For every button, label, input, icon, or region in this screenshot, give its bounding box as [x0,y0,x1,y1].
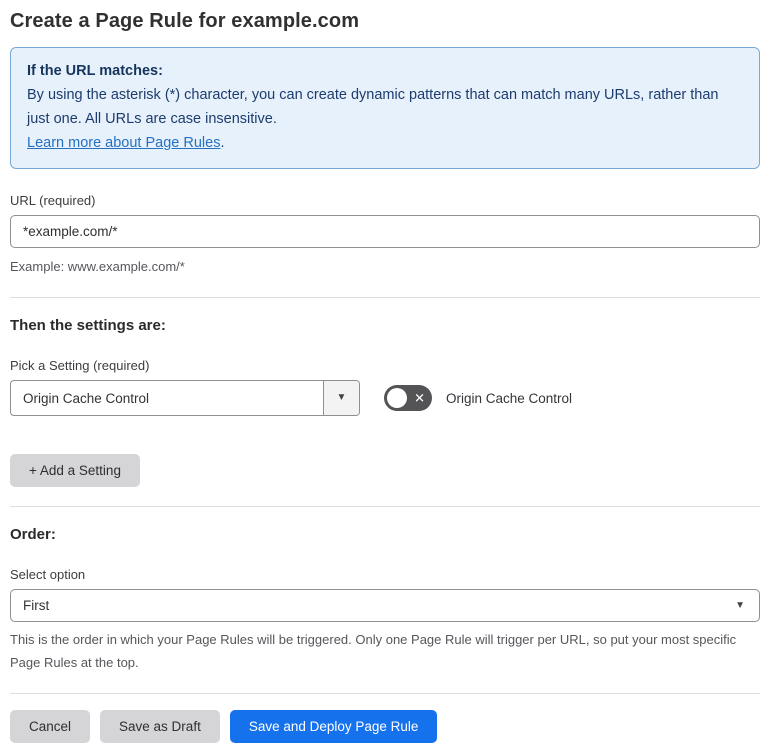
settings-section-heading: Then the settings are: [10,317,166,334]
url-match-info-box: If the URL matches: By using the asteris… [10,47,760,169]
divider [10,693,760,694]
url-input[interactable] [10,215,760,248]
chevron-down-icon: ▼ [735,599,745,611]
chevron-down-icon: ▼ [336,392,347,403]
toggle-label: Origin Cache Control [446,390,573,406]
order-section-heading: Order: [10,526,56,543]
toggle-knob [387,388,407,408]
order-select-value: First [23,598,50,613]
order-helper-text: This is the order in which your Page Rul… [10,632,737,670]
divider [10,506,760,507]
create-page-rule-form: Create a Page Rule for example.com If th… [0,0,770,755]
setting-select-value: Origin Cache Control [23,390,150,406]
order-select-label: Select option [10,567,86,582]
save-and-deploy-button[interactable]: Save and Deploy Page Rule [229,710,438,743]
learn-more-link[interactable]: Learn more about Page Rules [27,135,220,151]
cancel-button[interactable]: Cancel [10,710,91,743]
add-setting-button[interactable]: + Add a Setting [10,454,140,487]
info-box-heading: If the URL matches: [27,63,163,79]
setting-select[interactable]: Origin Cache Control ▼ [10,380,360,416]
info-link-row: Learn more about Page Rules. [27,131,743,155]
setting-row: Origin Cache Control ▼ ✕ Origin Cache Co… [10,380,760,416]
page-title: Create a Page Rule for example.com [10,10,360,32]
info-box-body: By using the asterisk (*) character, you… [27,87,719,127]
url-example-helper: Example: www.example.com/* [10,259,185,274]
origin-cache-control-toggle[interactable]: ✕ [384,385,432,411]
url-field-group: URL (required) Example: www.example.com/… [10,193,760,278]
pick-setting-label: Pick a Setting (required) [10,358,150,373]
footer-actions: Cancel Save as Draft Save and Deploy Pag… [10,710,760,743]
toggle-off-icon: ✕ [414,390,425,406]
save-as-draft-button[interactable]: Save as Draft [100,710,220,743]
setting-select-arrow-button[interactable]: ▼ [323,381,359,415]
toggle-group: ✕ Origin Cache Control [384,385,572,411]
order-select[interactable]: First ▼ [10,589,760,622]
learn-more-period: . [220,135,225,151]
divider [10,297,760,298]
url-label: URL (required) [10,193,96,208]
